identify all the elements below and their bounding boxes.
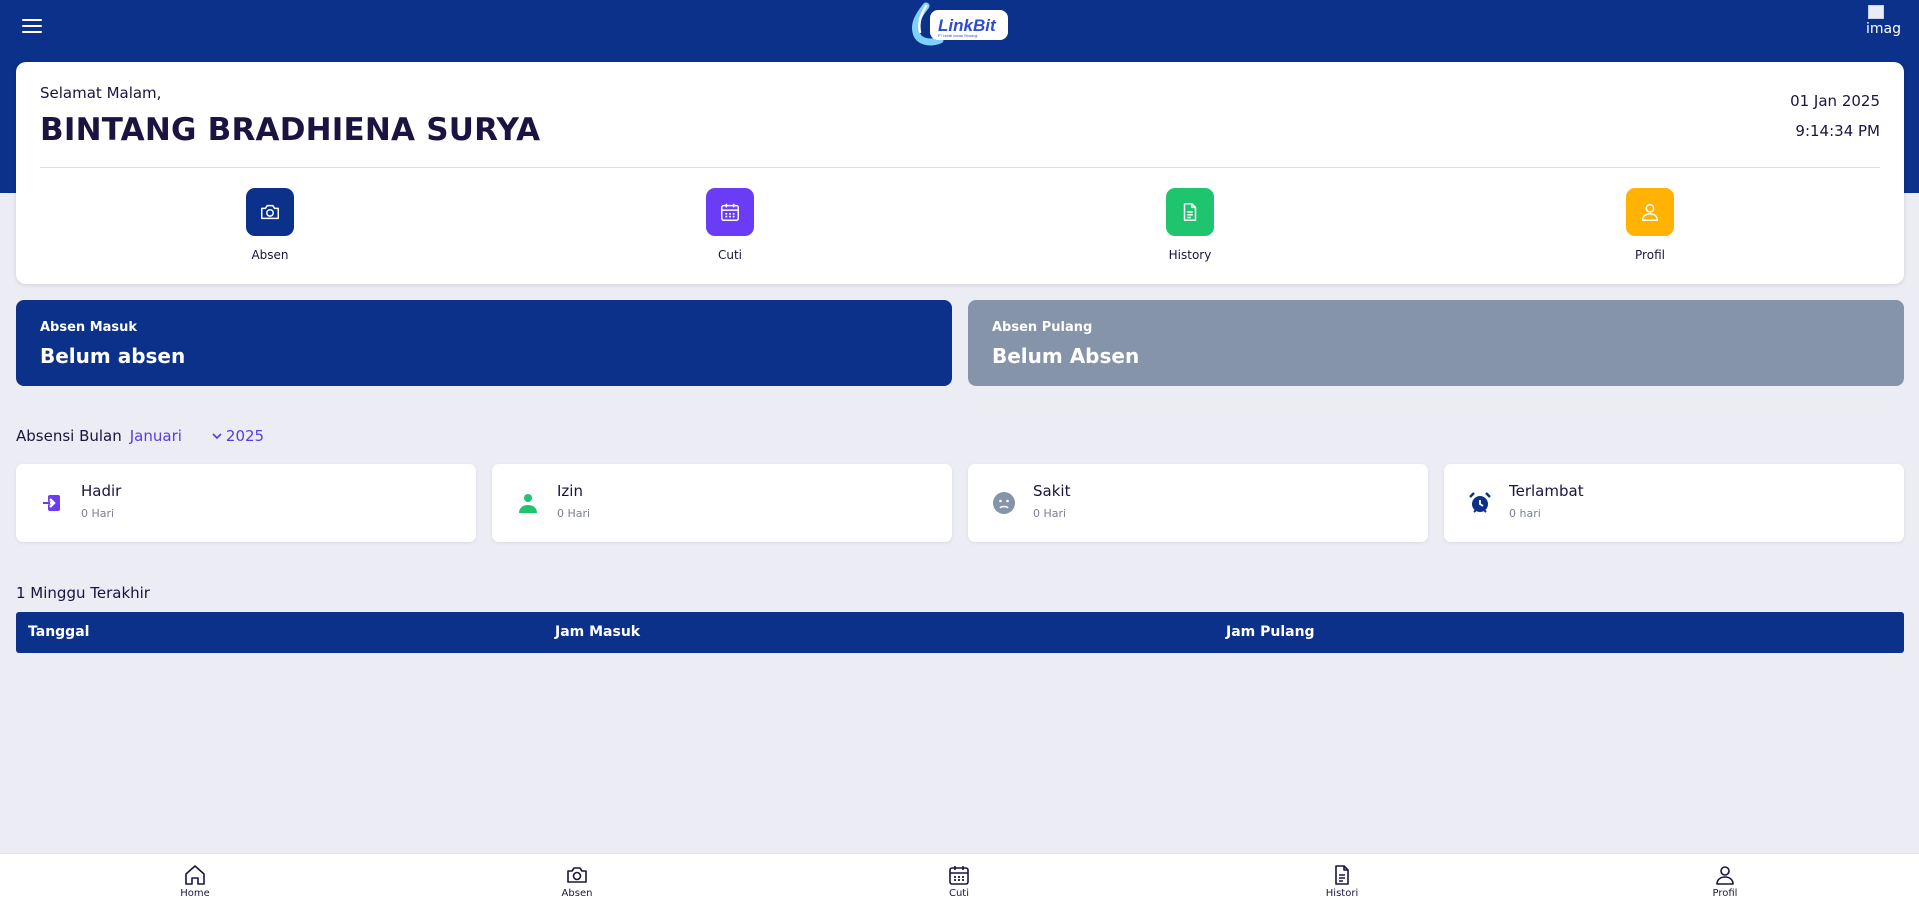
stat-title: Terlambat <box>1509 482 1584 500</box>
nav-label: Home <box>180 888 210 899</box>
greeting-text: Selamat Malam, <box>40 84 162 102</box>
absen-pulang-label: Absen Pulang <box>992 320 1093 335</box>
hamburger-menu-icon[interactable] <box>20 16 44 36</box>
quick-action-cuti[interactable]: Cuti <box>670 188 790 262</box>
quick-action-history[interactable]: History <box>1130 188 1250 262</box>
calendar-icon <box>721 203 739 221</box>
calendar-icon <box>949 866 969 885</box>
quick-action-label: History <box>1168 248 1212 262</box>
absen-masuk-status: Belum absen <box>40 344 186 368</box>
home-icon <box>185 865 205 885</box>
absen-pulang-status: Belum Absen <box>992 344 1140 368</box>
absen-masuk-label: Absen Masuk <box>40 320 138 335</box>
avatar[interactable]: imag <box>1866 4 1906 44</box>
table-header: Tanggal Jam Masuk Jam Pulang <box>16 612 1904 653</box>
column-header-jam-masuk: Jam Masuk <box>555 624 641 640</box>
month-select[interactable]: Januari <box>130 427 222 445</box>
person-icon <box>519 494 537 513</box>
column-header-jam-pulang: Jam Pulang <box>1226 624 1315 640</box>
quick-action-tile <box>706 188 754 236</box>
year-value[interactable]: 2025 <box>226 427 264 445</box>
nav-item-profil[interactable]: Profil <box>1685 863 1765 899</box>
current-date: 01 Jan 2025 <box>1790 92 1880 110</box>
quick-action-label: Profil <box>1635 248 1665 262</box>
nav-label: Absen <box>561 888 593 899</box>
quick-action-profil[interactable]: Profil <box>1590 188 1710 262</box>
quick-action-tile <box>1166 188 1214 236</box>
stat-card-izin: Izin 0 Hari <box>492 464 952 542</box>
camera-icon <box>567 867 587 883</box>
stat-title: Izin <box>557 482 583 500</box>
absen-masuk-card[interactable]: Absen Masuk Belum absen <box>16 300 952 386</box>
chevron-down-icon <box>212 433 222 440</box>
stat-title: Sakit <box>1033 482 1071 500</box>
alarm-clock-icon <box>1469 492 1491 513</box>
nav-item-cuti[interactable]: Cuti <box>919 863 999 899</box>
user-name: BINTANG BRADHIENA SURYA <box>40 112 541 148</box>
absen-pulang-card[interactable]: Absen Pulang Belum Absen <box>968 300 1904 386</box>
month-value: Januari <box>129 427 182 445</box>
broken-image-icon <box>1868 5 1884 19</box>
welcome-card: Selamat Malam, BINTANG BRADHIENA SURYA 0… <box>16 62 1904 284</box>
stat-value: 0 Hari <box>557 507 591 520</box>
document-icon <box>1335 865 1349 885</box>
nav-item-home[interactable]: Home <box>155 863 235 899</box>
stat-card-hadir: Hadir 0 Hari <box>16 464 476 542</box>
nav-label: Profil <box>1712 888 1738 899</box>
stat-title: Hadir <box>81 482 122 500</box>
nav-label: Cuti <box>948 888 970 899</box>
nav-label: Histori <box>1325 888 1359 899</box>
quick-action-tile <box>1626 188 1674 236</box>
quick-action-tile <box>246 188 294 236</box>
divider <box>40 167 1880 168</box>
svg-text:PT Linkbit Inovasi Teknologi: PT Linkbit Inovasi Teknologi <box>938 34 978 38</box>
login-arrow-icon <box>43 495 60 511</box>
stat-value: 0 hari <box>1509 507 1541 520</box>
quick-action-label: Absen <box>251 248 289 262</box>
sad-face-icon <box>993 492 1015 514</box>
stat-value: 0 Hari <box>81 507 115 520</box>
bottom-navigation: Home Absen Cuti Histori Profil <box>0 853 1919 907</box>
column-header-tanggal: Tanggal <box>28 624 90 640</box>
last-week-title: 1 Minggu Terakhir <box>16 584 150 602</box>
nav-item-histori[interactable]: Histori <box>1302 863 1382 899</box>
current-time: 9:14:34 PM <box>1795 122 1880 140</box>
avatar-alt-text: imag <box>1866 21 1901 37</box>
month-selector-row: Absensi Bulan Januari 2025 <box>16 426 264 446</box>
user-icon <box>1716 866 1734 885</box>
quick-action-absen[interactable]: Absen <box>210 188 330 262</box>
camera-icon <box>261 204 279 220</box>
document-icon <box>1183 203 1197 221</box>
nav-item-absen[interactable]: Absen <box>537 863 617 899</box>
stat-card-terlambat: Terlambat 0 hari <box>1444 464 1904 542</box>
quick-action-label: Cuti <box>717 248 743 262</box>
linkbit-logo: LinkBit PT Linkbit Inovasi Teknologi <box>910 2 1010 46</box>
stat-value: 0 Hari <box>1033 507 1067 520</box>
monthly-label: Absensi Bulan <box>16 427 122 445</box>
svg-text:LinkBit: LinkBit <box>938 16 997 35</box>
stat-card-sakit: Sakit 0 Hari <box>968 464 1428 542</box>
user-icon <box>1641 203 1659 221</box>
